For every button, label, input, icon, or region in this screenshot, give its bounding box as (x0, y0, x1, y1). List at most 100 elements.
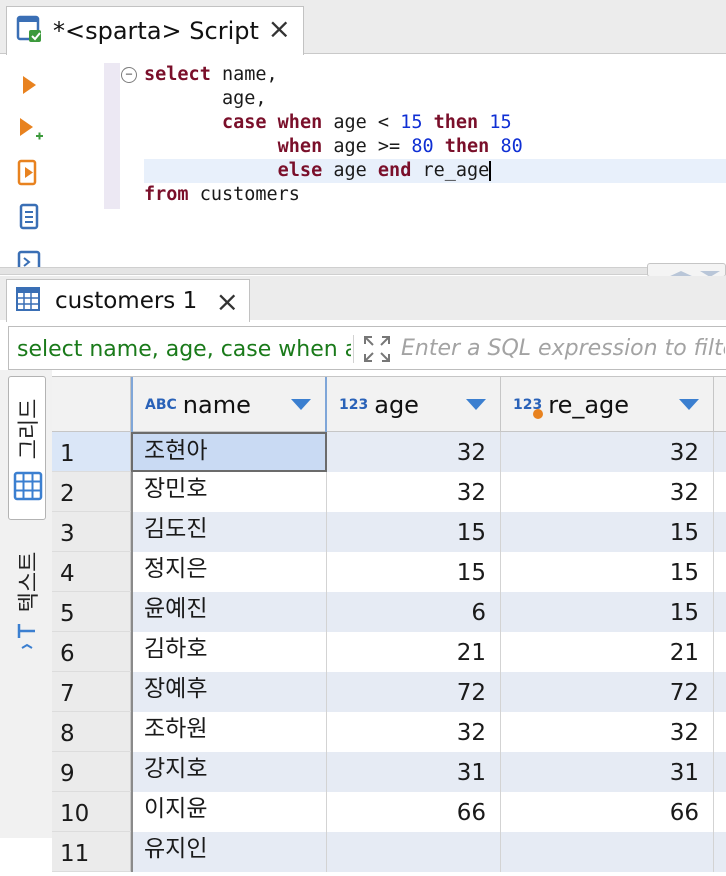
close-icon[interactable]: × (216, 288, 239, 316)
play-new-tab-icon (20, 118, 43, 140)
table-row[interactable]: 1 조현아 32 32 (52, 432, 726, 472)
code-line[interactable]: case when age < 15 then 15 (144, 111, 726, 135)
sort-dropdown-icon[interactable] (466, 399, 486, 410)
cell-name[interactable]: 장민호 (131, 472, 327, 512)
tab-grid-view[interactable]: 그리드 (8, 376, 46, 520)
row-number[interactable]: 2 (52, 472, 131, 512)
close-icon[interactable]: × (268, 15, 291, 43)
table-row[interactable]: 10 이지윤 66 66 (52, 792, 726, 832)
row-number[interactable]: 7 (52, 672, 131, 712)
sort-dropdown-icon[interactable] (291, 399, 311, 410)
grid-icon (13, 471, 43, 501)
fold-gutter (104, 63, 120, 209)
table-row[interactable]: 6 김하호 21 21 (52, 632, 726, 672)
cell-age[interactable]: 72 (327, 672, 501, 712)
cell-name[interactable]: 김하호 (131, 632, 327, 672)
row-number[interactable]: 6 (52, 632, 131, 672)
row-number[interactable]: 8 (52, 712, 131, 752)
cell-re-age[interactable]: 15 (501, 592, 714, 632)
sort-dropdown-icon[interactable] (679, 399, 699, 410)
computed-column-icon (533, 408, 543, 419)
sql-identifier: customers (188, 184, 300, 205)
cell-age[interactable]: 31 (327, 752, 501, 792)
cell-name[interactable]: 이지윤 (131, 792, 327, 832)
table-row[interactable]: 4 정지은 15 15 (52, 552, 726, 592)
cell-age[interactable] (327, 832, 501, 872)
cell-re-age[interactable]: 15 (501, 512, 714, 552)
script-run-icon (17, 159, 37, 186)
cell-re-age[interactable]: 21 (501, 632, 714, 672)
cell-age[interactable]: 21 (327, 632, 501, 672)
row-number[interactable]: 5 (52, 592, 131, 632)
tab-script[interactable]: *<sparta> Script × (6, 6, 304, 55)
row-number[interactable]: 10 (52, 792, 131, 832)
table-row[interactable]: 7 장예후 72 72 (52, 672, 726, 712)
code-line[interactable]: select name, (144, 63, 726, 87)
row-number-header[interactable] (52, 377, 131, 432)
tab-text-view[interactable]: 텍스트 (8, 538, 46, 656)
execute-new-tab-button[interactable] (8, 107, 50, 151)
row-number[interactable]: 4 (52, 552, 131, 592)
cell-re-age[interactable]: 32 (501, 432, 714, 472)
row-number[interactable]: 3 (52, 512, 131, 552)
text-type-icon: ABC (145, 396, 177, 413)
panel-splitter[interactable] (0, 267, 726, 275)
cell-name[interactable]: 윤예진 (131, 592, 327, 632)
collapse-icon[interactable]: − (121, 67, 137, 83)
column-header-name[interactable]: ABC name (131, 377, 327, 432)
filter-bar: select name, age, case when age < 15 the… (8, 326, 726, 370)
code-line[interactable]: age, (144, 87, 726, 111)
table-row[interactable]: 8 조하원 32 32 (52, 712, 726, 752)
cell-name[interactable]: 강지호 (131, 752, 327, 792)
column-header-age[interactable]: 123 age (327, 377, 501, 432)
filter-input[interactable] (399, 331, 726, 365)
cell-re-age[interactable]: 32 (501, 712, 714, 752)
table-row[interactable]: 9 강지호 31 31 (52, 752, 726, 792)
cell-name[interactable]: 유지인 (131, 832, 327, 872)
splitter-handle[interactable] (647, 263, 726, 277)
row-number[interactable]: 9 (52, 752, 131, 792)
cell-name[interactable]: 김도진 (131, 512, 327, 552)
code-line[interactable]: else age end re_age (144, 159, 726, 183)
cell-re-age[interactable]: 15 (501, 552, 714, 592)
cell-name[interactable]: 장예후 (131, 672, 327, 712)
filter-query-button[interactable]: select name, age, case when age < 15 the… (13, 333, 351, 365)
expand-filter-button[interactable] (361, 333, 393, 365)
sql-identifier (478, 112, 489, 133)
document-list-icon (19, 203, 39, 230)
cell-age[interactable]: 15 (327, 552, 501, 592)
code-line[interactable]: when age >= 80 then 80 (144, 135, 726, 159)
sql-identifier (267, 112, 278, 133)
cell-re-age[interactable]: 32 (501, 472, 714, 512)
cell-age[interactable]: 66 (327, 792, 501, 832)
explain-plan-button[interactable] (8, 195, 50, 239)
cell-age[interactable]: 32 (327, 472, 501, 512)
code-text[interactable]: select name, age, case when age < 15 the… (144, 63, 726, 207)
row-number[interactable]: 11 (52, 832, 131, 872)
cell-re-age[interactable] (501, 832, 714, 872)
cell-name[interactable]: 조현아 (131, 432, 327, 472)
filter-separator (353, 335, 354, 363)
cell-re-age[interactable]: 66 (501, 792, 714, 832)
cell-re-age[interactable]: 31 (501, 752, 714, 792)
cell-name[interactable]: 조하원 (131, 712, 327, 752)
table-row[interactable]: 11 유지인 (52, 832, 726, 872)
table-row[interactable]: 5 윤예진 6 15 (52, 592, 726, 632)
execute-script-button[interactable] (8, 151, 50, 195)
sql-editor[interactable]: − select name, age, case when age < 15 t… (0, 55, 726, 287)
table-row[interactable]: 2 장민호 32 32 (52, 472, 726, 512)
cell-age[interactable]: 32 (327, 712, 501, 752)
tab-results[interactable]: customers 1 × (6, 279, 250, 322)
code-line[interactable]: from customers (144, 183, 726, 207)
execute-statement-button[interactable] (8, 63, 50, 107)
row-number[interactable]: 1 (52, 432, 131, 472)
sql-keyword: when (144, 136, 323, 157)
cell-age[interactable]: 32 (327, 432, 501, 472)
cell-age[interactable]: 6 (327, 592, 501, 632)
column-header-re-age[interactable]: 123 re_age (501, 377, 714, 432)
sql-identifier: age >= (322, 136, 412, 157)
cell-name[interactable]: 정지은 (131, 552, 327, 592)
cell-age[interactable]: 15 (327, 512, 501, 552)
cell-re-age[interactable]: 72 (501, 672, 714, 712)
table-row[interactable]: 3 김도진 15 15 (52, 512, 726, 552)
